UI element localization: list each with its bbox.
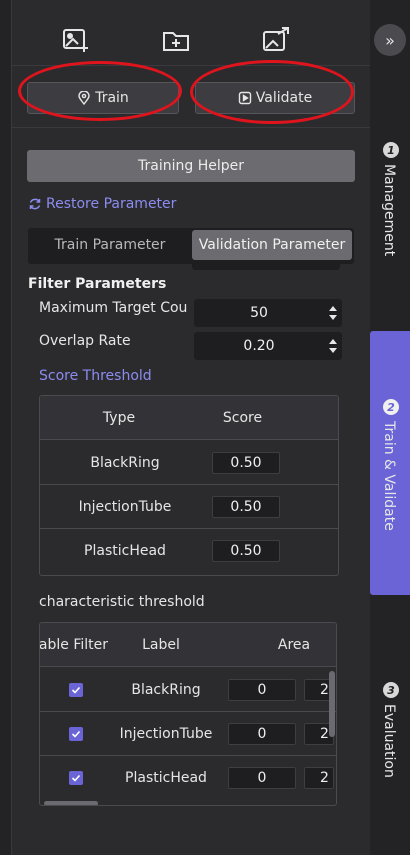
- score-input[interactable]: 0.50: [212, 540, 280, 562]
- toolbar: [12, 0, 370, 66]
- label-cell: BlackRing: [131, 682, 201, 698]
- sidebar-tab-label: Train & Validate: [381, 421, 397, 531]
- add-folder-icon[interactable]: [160, 24, 192, 56]
- tab-train-parameter[interactable]: Train Parameter: [28, 228, 192, 262]
- vertical-scrollbar[interactable]: [329, 671, 335, 737]
- table-row: BlackRing 0.50: [40, 441, 338, 485]
- column-header-enable-filter: Enable Filter: [39, 637, 108, 653]
- checkmark-icon: [71, 730, 81, 738]
- filter-parameters-title: Filter Parameters: [28, 276, 167, 292]
- location-pin-icon: [78, 91, 90, 105]
- characteristic-threshold-title: characteristic threshold: [39, 594, 205, 610]
- action-bar: Train Validate: [12, 60, 370, 128]
- max-target-count-value: 50: [250, 305, 268, 321]
- double-chevron-right-icon: »: [385, 30, 395, 50]
- overlap-rate-label: Overlap Rate: [39, 333, 131, 349]
- enable-filter-checkbox[interactable]: [69, 727, 83, 741]
- train-label: Train: [95, 90, 129, 106]
- column-header-label: Label: [142, 637, 180, 653]
- table-row: PlasticHead 0.50: [40, 529, 338, 573]
- restore-parameter-link[interactable]: Restore Parameter: [28, 196, 176, 212]
- step-number-badge: 3: [383, 682, 399, 698]
- max-target-count-stepper[interactable]: 50: [194, 299, 342, 327]
- tab-panel-edge: [192, 262, 340, 270]
- column-header-score: Score: [222, 410, 263, 426]
- type-cell: PlasticHead: [84, 543, 166, 559]
- parameter-tabs: Train Parameter Validation Parameter: [28, 228, 354, 264]
- overlap-rate-stepper[interactable]: 0.20: [194, 332, 342, 360]
- checkmark-icon: [71, 774, 81, 782]
- table-row: InjectionTube 0.50: [40, 485, 338, 529]
- table-header: Type Score: [40, 396, 338, 440]
- score-input[interactable]: 0.50: [212, 496, 280, 518]
- left-gutter: [0, 0, 12, 855]
- validate-button[interactable]: Validate: [195, 82, 355, 114]
- area-min-input[interactable]: 0: [228, 679, 296, 701]
- checkmark-icon: [71, 686, 81, 694]
- train-button[interactable]: Train: [27, 82, 179, 114]
- table-header: Enable Filter Label Area: [39, 623, 336, 667]
- stepper-arrows-icon[interactable]: [328, 304, 338, 322]
- type-cell: BlackRing: [90, 455, 160, 471]
- step-number-badge: 1: [383, 142, 399, 158]
- table-row: BlackRing 0 2: [40, 668, 336, 712]
- sidebar-tab-management[interactable]: 1 Management: [370, 130, 410, 270]
- step-number-badge: 2: [383, 399, 399, 415]
- right-sidebar: » 1 Management 2 Train & Validate 3 Eval…: [370, 0, 410, 855]
- score-threshold-table: Type Score BlackRing 0.50 InjectionTube …: [39, 395, 339, 576]
- column-header-type: Type: [102, 410, 136, 426]
- characteristic-threshold-table: Enable Filter Label Area BlackRing 0 2 I…: [39, 622, 337, 806]
- area-min-input[interactable]: 0: [228, 723, 296, 745]
- add-image-icon[interactable]: [60, 24, 92, 56]
- sidebar-tab-evaluation[interactable]: 3 Evaluation: [370, 670, 410, 790]
- enable-filter-checkbox[interactable]: [69, 683, 83, 697]
- tab-validation-parameter[interactable]: Validation Parameter: [192, 230, 352, 260]
- sidebar-tab-label: Evaluation: [381, 704, 397, 778]
- sidebar-tab-label: Management: [381, 164, 397, 257]
- label-cell: PlasticHead: [125, 770, 207, 786]
- area-min-input[interactable]: 0: [228, 767, 296, 789]
- overlap-rate-value: 0.20: [243, 338, 275, 354]
- table-row: PlasticHead 0 2: [40, 756, 336, 800]
- collapse-sidebar-button[interactable]: »: [374, 24, 406, 56]
- label-cell: InjectionTube: [119, 726, 213, 742]
- score-input[interactable]: 0.50: [212, 452, 280, 474]
- area-max-input[interactable]: 2: [304, 767, 334, 789]
- play-box-icon: [238, 91, 251, 105]
- export-image-icon[interactable]: [260, 24, 292, 56]
- validate-label: Validate: [255, 90, 313, 106]
- horizontal-scrollbar[interactable]: [44, 801, 98, 805]
- main-panel: Train Validate Training Helper Restore P…: [12, 0, 370, 855]
- table-row: InjectionTube 0 2: [40, 712, 336, 756]
- stepper-arrows-icon[interactable]: [328, 337, 338, 355]
- max-target-count-label: Maximum Target Count: [39, 300, 187, 316]
- type-cell: InjectionTube: [78, 499, 172, 515]
- training-helper-button[interactable]: Training Helper: [27, 150, 355, 182]
- refresh-icon: [29, 198, 41, 210]
- enable-filter-checkbox[interactable]: [69, 771, 83, 785]
- score-threshold-title: Score Threshold: [39, 368, 152, 384]
- restore-parameter-label: Restore Parameter: [46, 196, 177, 212]
- column-header-area: Area: [277, 637, 311, 653]
- sidebar-tab-train-validate[interactable]: 2 Train & Validate: [370, 331, 410, 595]
